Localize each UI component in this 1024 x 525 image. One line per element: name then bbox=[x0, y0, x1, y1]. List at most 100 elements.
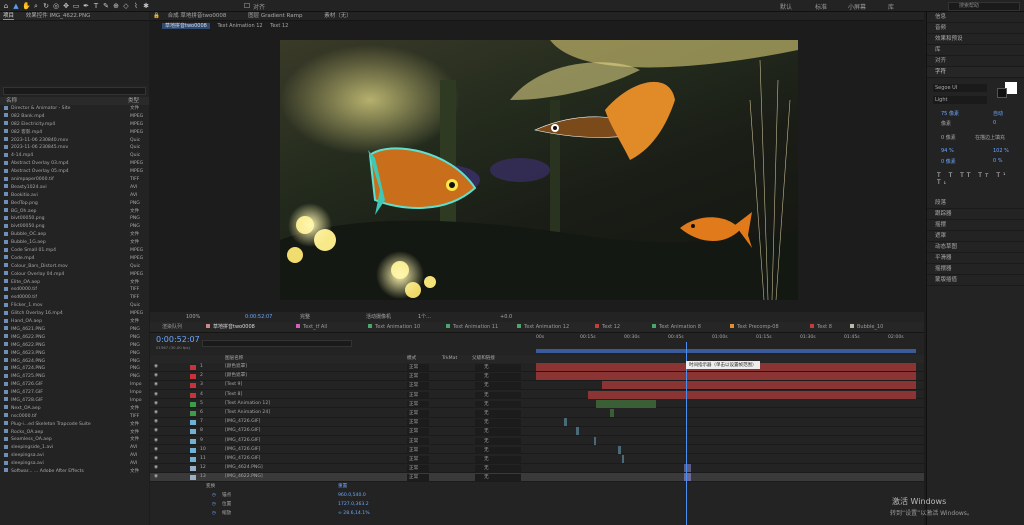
timeline-tab[interactable]: Text 8 bbox=[810, 322, 832, 333]
leading-value[interactable]: 自动 bbox=[993, 110, 1003, 117]
project-file-row[interactable]: bivt00050.png PNG bbox=[0, 223, 149, 231]
parent-dropdown[interactable]: 无 bbox=[475, 373, 521, 381]
project-file-row[interactable]: 082 Electricity.mp4 MPEG bbox=[0, 121, 149, 129]
layer-duration-bar[interactable] bbox=[564, 418, 567, 427]
layer-duration-bar[interactable] bbox=[576, 427, 579, 436]
parent-dropdown[interactable]: 无 bbox=[475, 391, 521, 399]
font-family-dropdown[interactable]: Segoe UI bbox=[933, 84, 987, 92]
clone-tool-icon[interactable]: ⊕ bbox=[112, 2, 120, 10]
project-file-row[interactable]: esd0000.tif TIFF bbox=[0, 286, 149, 294]
views-dropdown[interactable]: 1个... bbox=[418, 312, 431, 322]
layer-name[interactable]: [颜色遮罩] bbox=[225, 363, 247, 371]
layer-name[interactable]: [IMG_4726.GIF] bbox=[225, 427, 260, 435]
timeline-timecode[interactable]: 0:00:52:07 bbox=[156, 335, 200, 344]
layer-name[interactable]: [IMG_4622.PNG] bbox=[225, 473, 263, 481]
project-file-row[interactable]: Rocks_OA.aep 文件 bbox=[0, 429, 149, 437]
project-file-row[interactable]: Bubble_1G.aep 文件 bbox=[0, 239, 149, 247]
parent-dropdown[interactable]: 无 bbox=[475, 428, 521, 436]
timeline-tab[interactable]: Text 12 bbox=[595, 322, 620, 333]
layer-name[interactable]: [IMG_4726.GIF] bbox=[225, 418, 260, 426]
character-panel-title[interactable]: 字符 bbox=[927, 67, 1024, 78]
parent-dropdown[interactable]: 无 bbox=[475, 410, 521, 417]
panel-item[interactable]: 对齐 bbox=[927, 56, 1024, 67]
layer-label-color[interactable] bbox=[190, 429, 196, 435]
zoom-dropdown[interactable]: 100% bbox=[186, 312, 200, 322]
panel-item[interactable]: 效果和预设 bbox=[927, 34, 1024, 45]
project-file-row[interactable]: Flicker_1.mov Quic bbox=[0, 302, 149, 310]
project-file-row[interactable]: IMG_4621.PNG PNG bbox=[0, 326, 149, 334]
project-file-row[interactable]: Softwar... ... Adobe After Effects 文件 bbox=[0, 468, 149, 476]
blend-mode-dropdown[interactable]: 正常 bbox=[407, 400, 429, 408]
panel-item[interactable]: 蒙版插值 bbox=[927, 275, 1024, 286]
project-file-row[interactable]: IMG_4623.PNG PNG bbox=[0, 350, 149, 358]
font-style-dropdown[interactable]: Light bbox=[933, 96, 987, 104]
pen-tool-icon[interactable]: ✒ bbox=[82, 2, 90, 10]
parent-dropdown[interactable]: 无 bbox=[475, 364, 521, 371]
col-name-header[interactable]: 名称 bbox=[6, 98, 17, 104]
layer-duration-bar[interactable] bbox=[594, 436, 596, 445]
blend-mode-dropdown[interactable]: 正常 bbox=[407, 391, 429, 399]
layer-duration-bar[interactable] bbox=[588, 390, 916, 399]
layer-label-color[interactable] bbox=[190, 466, 196, 472]
breadcrumb-item[interactable]: Text 12 bbox=[270, 23, 288, 29]
parent-dropdown[interactable]: 无 bbox=[475, 446, 521, 454]
parent-dropdown[interactable]: 无 bbox=[475, 456, 521, 463]
eye-icon[interactable]: ◉ bbox=[154, 381, 158, 389]
parent-dropdown[interactable]: 无 bbox=[475, 419, 521, 427]
layer-row[interactable]: ◉ 3 [Text 9] 正常 无 bbox=[150, 381, 924, 390]
layer-row[interactable]: ◉ 4 [Text 8] 正常 无 bbox=[150, 390, 924, 400]
tab-layer[interactable]: 图层 Gradient Ramp bbox=[248, 13, 302, 19]
project-search-input[interactable] bbox=[3, 87, 146, 95]
eye-icon[interactable]: ◉ bbox=[154, 437, 158, 445]
project-file-row[interactable]: IMG_4622.PNG PNG bbox=[0, 342, 149, 350]
layer-name[interactable]: [IMG_4726.GIF] bbox=[225, 455, 260, 463]
font-size-value[interactable]: 75 像素 bbox=[941, 110, 959, 117]
roto-brush-tool-icon[interactable]: ⌇ bbox=[132, 2, 140, 10]
timeline-tab[interactable]: Text Animation 10 bbox=[368, 322, 420, 333]
layer-name[interactable]: [Text Animation 24] bbox=[225, 409, 270, 417]
blend-mode-dropdown[interactable]: 正常 bbox=[407, 419, 429, 427]
layer-label-color[interactable] bbox=[190, 365, 196, 370]
project-file-row[interactable]: bivt00050.png PNG bbox=[0, 215, 149, 223]
blend-mode-dropdown[interactable]: 正常 bbox=[407, 428, 429, 436]
transform-property-row[interactable]: ◷ 缩放 ∞ 28.6,14.1% bbox=[150, 509, 924, 518]
blend-mode-dropdown[interactable]: 正常 bbox=[407, 373, 429, 381]
layer-name[interactable]: [Text 9] bbox=[225, 381, 242, 389]
layer-duration-bar[interactable] bbox=[536, 372, 916, 381]
viewer-timecode[interactable]: 0:00:52:07 bbox=[245, 312, 272, 322]
stopwatch-icon[interactable]: ◷ bbox=[212, 491, 216, 500]
project-file-row[interactable]: Plug-i...ed Skeleton Trapcode Suite 文件 bbox=[0, 421, 149, 429]
panel-item[interactable]: 摇摆器 bbox=[927, 264, 1024, 275]
selection-tool-icon[interactable]: ▲ bbox=[12, 2, 20, 10]
project-file-row[interactable]: Abstract Overlay 05.mp4 MPEG bbox=[0, 168, 149, 176]
parent-dropdown[interactable]: 无 bbox=[475, 400, 521, 408]
project-file-row[interactable]: Seamless_OA.aep 文件 bbox=[0, 436, 149, 444]
layer-name[interactable]: [Text 8] bbox=[225, 391, 242, 399]
parent-dropdown[interactable]: 无 bbox=[475, 474, 521, 482]
zoom-tool-icon[interactable]: ⌕ bbox=[32, 2, 40, 10]
indent-value[interactable]: 0 像素 bbox=[941, 134, 956, 141]
layer-label-color[interactable] bbox=[190, 438, 196, 444]
project-file-row[interactable]: IMG_4726.GIF Impo bbox=[0, 381, 149, 389]
rectangle-tool-icon[interactable]: ▭ bbox=[72, 2, 80, 10]
project-file-row[interactable]: Bubble_OC.aep 文件 bbox=[0, 231, 149, 239]
project-file-row[interactable]: esd0000.tif TIFF bbox=[0, 294, 149, 302]
property-value[interactable]: 1727.0,363.2 bbox=[338, 500, 369, 509]
blend-mode-dropdown[interactable]: 正常 bbox=[407, 446, 429, 454]
help-search-input[interactable]: 搜索帮助 bbox=[948, 2, 1020, 11]
col-mode[interactable]: 模式 bbox=[407, 355, 416, 363]
camera-dropdown[interactable]: 活动摄像机 bbox=[366, 312, 391, 322]
blend-mode-dropdown[interactable]: 正常 bbox=[407, 465, 429, 473]
layer-label-color[interactable] bbox=[190, 447, 196, 453]
project-file-row[interactable]: Abstract Overlay 03.mp4 MPEG bbox=[0, 160, 149, 168]
parent-dropdown[interactable]: 无 bbox=[475, 465, 521, 473]
baseline-shift-value[interactable]: 0 像素 bbox=[941, 158, 956, 165]
blend-mode-dropdown[interactable]: 正常 bbox=[407, 456, 429, 463]
transform-reset[interactable]: 重置 bbox=[338, 483, 347, 491]
project-file-row[interactable]: Hand_OA.aep 文件 bbox=[0, 318, 149, 326]
project-file-row[interactable]: 082 客影.mp4 MPEG bbox=[0, 129, 149, 137]
layer-row[interactable]: ◉ 7 [IMG_4726.GIF] 正常 无 bbox=[150, 418, 924, 427]
transform-header[interactable]: 变换 重置 bbox=[150, 483, 924, 491]
project-file-row[interactable]: animpaper0000.tif TIFF bbox=[0, 176, 149, 184]
stopwatch-icon[interactable]: ◷ bbox=[212, 509, 216, 518]
